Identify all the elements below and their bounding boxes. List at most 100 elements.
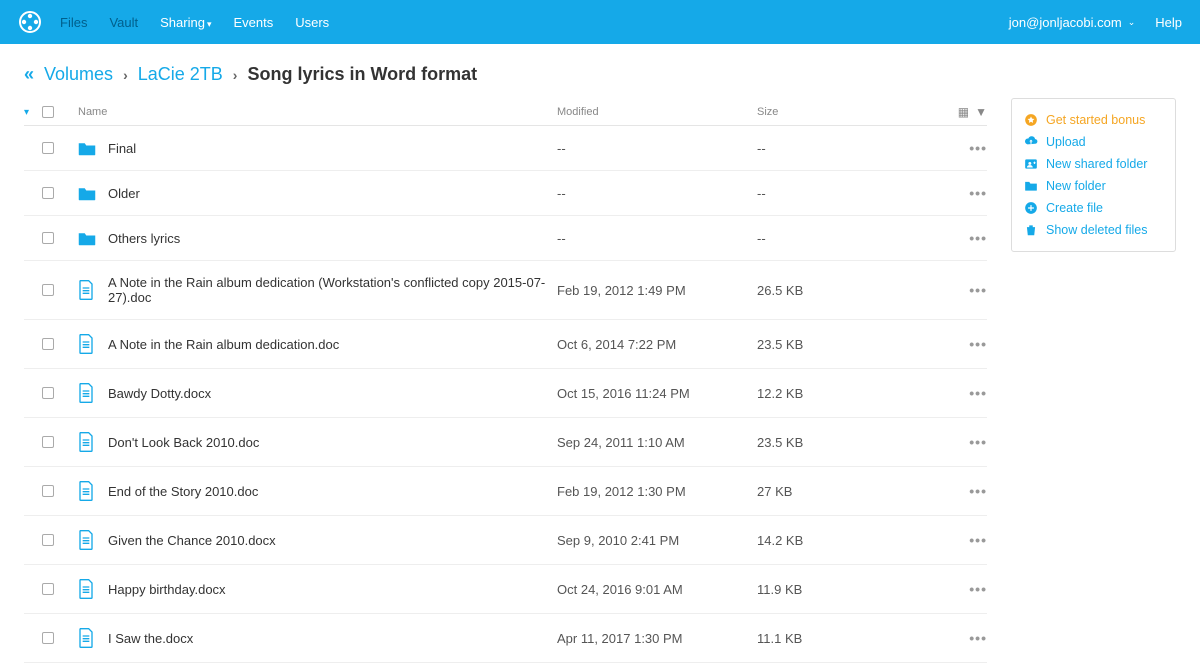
folder-icon [78, 231, 108, 246]
row-actions-button[interactable]: ••• [969, 230, 987, 246]
document-icon [78, 481, 108, 501]
nav-users[interactable]: Users [295, 15, 329, 30]
breadcrumb-parent[interactable]: LaCie 2TB [138, 64, 223, 85]
grid-view-icon[interactable]: ▦ [958, 105, 969, 119]
new-folder-button[interactable]: New folder [1024, 175, 1163, 197]
item-modified: -- [557, 141, 757, 156]
column-modified[interactable]: Modified [557, 106, 757, 118]
item-name[interactable]: A Note in the Rain album dedication (Wor… [108, 275, 557, 305]
breadcrumb-root[interactable]: Volumes [44, 64, 113, 85]
breadcrumb-back-icon[interactable]: « [24, 64, 34, 85]
table-row: Bawdy Dotty.docxOct 15, 2016 11:24 PM12.… [24, 369, 987, 418]
table-row: Others lyrics----••• [24, 216, 987, 261]
item-name[interactable]: Bawdy Dotty.docx [108, 386, 557, 401]
item-name[interactable]: Others lyrics [108, 231, 557, 246]
user-menu[interactable]: jon@jonljacobi.com⌄ [1009, 15, 1135, 30]
row-actions-button[interactable]: ••• [969, 483, 987, 499]
item-modified: Feb 19, 2012 1:30 PM [557, 484, 757, 499]
row-checkbox[interactable] [42, 142, 54, 154]
item-modified: Apr 11, 2017 1:30 PM [557, 631, 757, 646]
breadcrumb-current: Song lyrics in Word format [247, 64, 477, 85]
row-checkbox[interactable] [42, 583, 54, 595]
item-name[interactable]: I Saw the.docx [108, 631, 557, 646]
table-header: ▾ Name Modified Size ▦ ▼ [24, 99, 987, 126]
item-size: -- [757, 186, 937, 201]
row-checkbox[interactable] [42, 485, 54, 497]
item-name[interactable]: A Note in the Rain album dedication.doc [108, 337, 557, 352]
help-link[interactable]: Help [1155, 15, 1182, 30]
create-file-button[interactable]: Create file [1024, 197, 1163, 219]
item-name[interactable]: Given the Chance 2010.docx [108, 533, 557, 548]
item-size: 27 KB [757, 484, 937, 499]
item-size: 11.1 KB [757, 631, 937, 646]
item-name[interactable]: End of the Story 2010.doc [108, 484, 557, 499]
get-started-bonus[interactable]: Get started bonus [1024, 109, 1163, 131]
nav-events[interactable]: Events [233, 15, 273, 30]
nav-files[interactable]: Files [60, 15, 87, 30]
table-row: Don't Look Back 2010.docSep 24, 2011 1:1… [24, 418, 987, 467]
document-icon [78, 383, 108, 403]
item-name[interactable]: Final [108, 141, 557, 156]
item-modified: Sep 24, 2011 1:10 AM [557, 435, 757, 450]
row-checkbox[interactable] [42, 232, 54, 244]
row-actions-button[interactable]: ••• [969, 434, 987, 450]
table-row: Happy birthday.docxOct 24, 2016 9:01 AM1… [24, 565, 987, 614]
row-checkbox[interactable] [42, 187, 54, 199]
app-logo-icon [18, 10, 42, 34]
row-actions-button[interactable]: ••• [969, 282, 987, 298]
item-modified: -- [557, 231, 757, 246]
table-row: A Note in the Rain album dedication.docO… [24, 320, 987, 369]
filter-icon[interactable]: ▼ [975, 105, 987, 119]
item-name[interactable]: Don't Look Back 2010.doc [108, 435, 557, 450]
upload-button[interactable]: Upload [1024, 131, 1163, 153]
table-row: Older----••• [24, 171, 987, 216]
breadcrumb: « Volumes › LaCie 2TB › Song lyrics in W… [24, 64, 987, 85]
row-checkbox[interactable] [42, 387, 54, 399]
row-actions-button[interactable]: ••• [969, 140, 987, 156]
select-all-checkbox[interactable] [42, 106, 54, 118]
table-row: End of the Story 2010.docFeb 19, 2012 1:… [24, 467, 987, 516]
document-icon [78, 530, 108, 550]
item-size: 23.5 KB [757, 337, 937, 352]
document-icon [78, 280, 108, 300]
row-checkbox[interactable] [42, 632, 54, 644]
plus-circle-icon [1024, 201, 1038, 215]
item-name[interactable]: Older [108, 186, 557, 201]
row-actions-button[interactable]: ••• [969, 385, 987, 401]
chevron-down-icon: ▾ [207, 19, 212, 29]
item-size: 26.5 KB [757, 283, 937, 298]
item-size: 12.2 KB [757, 386, 937, 401]
nav-sharing[interactable]: Sharing▾ [160, 15, 211, 30]
row-actions-button[interactable]: ••• [969, 185, 987, 201]
chevron-right-icon: › [233, 67, 238, 83]
folder-icon [78, 141, 108, 156]
column-name[interactable]: Name [78, 106, 557, 118]
row-actions-button[interactable]: ••• [969, 532, 987, 548]
new-shared-folder-button[interactable]: New shared folder [1024, 153, 1163, 175]
chevron-right-icon: › [123, 67, 128, 83]
nav-vault[interactable]: Vault [109, 15, 138, 30]
item-modified: Sep 9, 2010 2:41 PM [557, 533, 757, 548]
document-icon [78, 628, 108, 648]
show-deleted-button[interactable]: Show deleted files [1024, 219, 1163, 241]
topbar: Files Vault Sharing▾ Events Users jon@jo… [0, 0, 1200, 44]
folder-icon [78, 186, 108, 201]
row-checkbox[interactable] [42, 436, 54, 448]
item-name[interactable]: Happy birthday.docx [108, 582, 557, 597]
row-actions-button[interactable]: ••• [969, 581, 987, 597]
actions-panel: Get started bonus Upload New shared fold… [1011, 98, 1176, 252]
row-actions-button[interactable]: ••• [969, 630, 987, 646]
document-icon [78, 432, 108, 452]
column-size[interactable]: Size [757, 106, 937, 118]
document-icon [78, 579, 108, 599]
row-checkbox[interactable] [42, 284, 54, 296]
row-checkbox[interactable] [42, 534, 54, 546]
table-row: I Saw the.docxApr 11, 2017 1:30 PM11.1 K… [24, 614, 987, 663]
main-nav: Files Vault Sharing▾ Events Users [60, 15, 329, 30]
row-actions-button[interactable]: ••• [969, 336, 987, 352]
sort-indicator-icon[interactable]: ▾ [24, 107, 42, 118]
document-icon [78, 334, 108, 354]
item-size: -- [757, 141, 937, 156]
item-modified: Oct 24, 2016 9:01 AM [557, 582, 757, 597]
row-checkbox[interactable] [42, 338, 54, 350]
